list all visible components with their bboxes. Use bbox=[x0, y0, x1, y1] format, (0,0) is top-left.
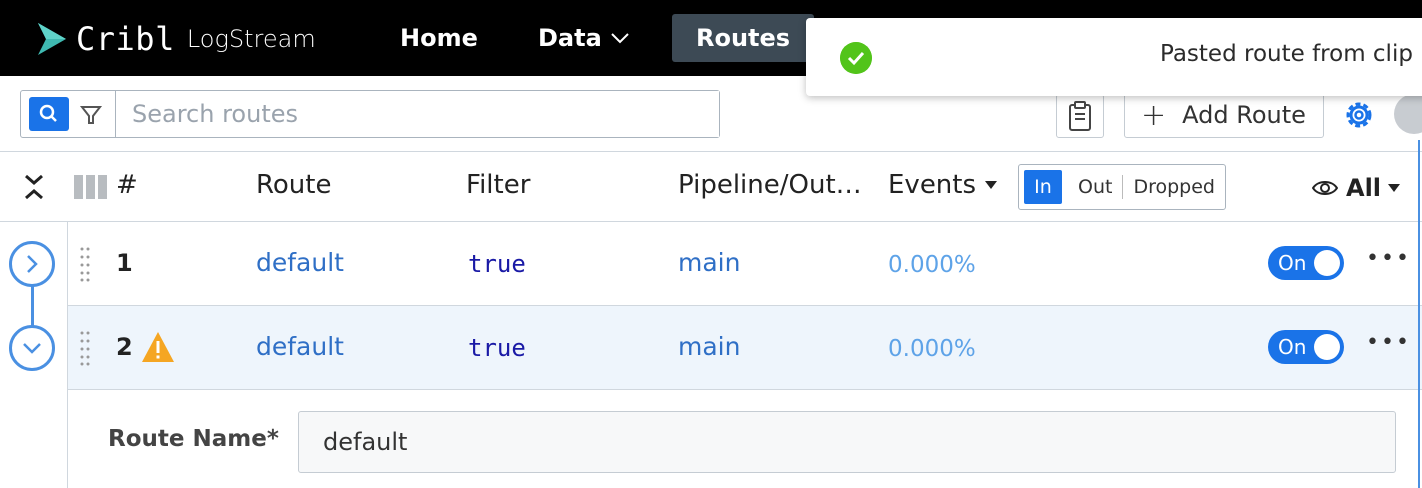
search-input[interactable] bbox=[115, 91, 719, 137]
product-name: LogStream bbox=[186, 25, 316, 53]
route-enabled-toggle[interactable]: On bbox=[1268, 330, 1344, 364]
route-enabled-toggle[interactable]: On bbox=[1268, 246, 1344, 280]
collapse-row-2-button[interactable] bbox=[9, 325, 55, 371]
route-filter: true bbox=[468, 334, 526, 362]
routes-table-header: # Route Filter Pipeline/Out… Events In O… bbox=[0, 152, 1422, 222]
eye-icon bbox=[1312, 181, 1338, 195]
events-segment-control: In Out Dropped bbox=[1018, 164, 1226, 210]
route-name-label: Route Name* bbox=[108, 426, 279, 452]
events-label: Events bbox=[888, 170, 977, 200]
route-name-input[interactable]: default bbox=[298, 411, 1396, 473]
view-filter-label: All bbox=[1346, 174, 1382, 202]
cribl-logo-icon bbox=[38, 23, 66, 55]
pipeline-link[interactable]: main bbox=[678, 248, 740, 277]
segment-out[interactable]: Out bbox=[1062, 175, 1124, 199]
chevron-down-icon bbox=[23, 343, 41, 354]
nav-routes[interactable]: Routes bbox=[672, 14, 815, 62]
route-filter: true bbox=[468, 250, 526, 278]
drag-handle-icon[interactable] bbox=[80, 330, 90, 366]
column-header-filter: Filter bbox=[466, 170, 531, 200]
brand-name: Cribl bbox=[76, 20, 175, 58]
toggle-knob bbox=[1314, 250, 1340, 276]
success-toast: Pasted route from clip bbox=[806, 18, 1422, 96]
toast-message: Pasted route from clip bbox=[1160, 41, 1413, 67]
nav-data[interactable]: Data bbox=[516, 14, 652, 62]
row-number: 1 bbox=[116, 249, 133, 277]
search-icon bbox=[39, 104, 57, 122]
events-percent: 0.000% bbox=[888, 336, 976, 362]
warning-triangle-icon bbox=[142, 332, 174, 362]
route-flow-rail bbox=[0, 222, 68, 488]
paste-route-button[interactable] bbox=[1056, 94, 1104, 138]
nav-home[interactable]: Home bbox=[378, 14, 500, 62]
column-header-route: Route bbox=[256, 170, 332, 200]
expand-row-1-button[interactable] bbox=[9, 241, 55, 287]
drag-handle-icon[interactable] bbox=[80, 246, 90, 282]
route-name-link[interactable]: default bbox=[256, 332, 344, 361]
column-header-pipeline: Pipeline/Out… bbox=[678, 170, 862, 200]
columns-icon[interactable] bbox=[74, 175, 108, 199]
check-circle-icon bbox=[840, 42, 872, 74]
segment-dropped[interactable]: Dropped bbox=[1123, 176, 1215, 198]
table-row[interactable]: 1 default true main 0.000% On ••• bbox=[68, 222, 1422, 306]
chevron-right-icon bbox=[27, 255, 38, 273]
events-percent: 0.000% bbox=[888, 252, 976, 278]
route-name-link[interactable]: default bbox=[256, 248, 344, 277]
segment-in[interactable]: In bbox=[1024, 170, 1062, 204]
funnel-icon[interactable] bbox=[77, 101, 105, 129]
toggle-label: On bbox=[1278, 335, 1307, 359]
column-header-events[interactable]: Events bbox=[888, 170, 998, 200]
pipeline-link[interactable]: main bbox=[678, 332, 740, 361]
nav-data-label: Data bbox=[538, 24, 602, 52]
collapse-all-icon[interactable] bbox=[20, 170, 48, 204]
more-options-icon[interactable]: ••• bbox=[1366, 330, 1409, 360]
toggle-label: On bbox=[1278, 251, 1307, 275]
caret-down-icon bbox=[1388, 184, 1401, 192]
more-options-icon[interactable]: ••• bbox=[1366, 246, 1409, 276]
scroll-indicator bbox=[1418, 140, 1420, 488]
clipboard-icon bbox=[1069, 101, 1091, 131]
toggle-knob bbox=[1314, 334, 1340, 360]
table-row[interactable]: 2 default true main 0.000% On ••• bbox=[68, 306, 1422, 390]
add-route-label: Add Route bbox=[1182, 101, 1306, 129]
add-route-button[interactable]: + Add Route bbox=[1124, 92, 1324, 138]
plus-icon: + bbox=[1141, 97, 1167, 133]
app-logo[interactable]: Cribl LogStream bbox=[36, 20, 316, 58]
search-button[interactable] bbox=[29, 97, 69, 131]
caret-down-icon bbox=[985, 181, 998, 189]
row-number: 2 bbox=[116, 333, 133, 361]
route-detail-panel: Route Name* default bbox=[68, 390, 1422, 488]
view-filter-dropdown[interactable]: All bbox=[1312, 174, 1401, 202]
gear-icon[interactable] bbox=[1340, 96, 1378, 134]
chevron-down-icon bbox=[611, 33, 629, 44]
column-header-num: # bbox=[116, 170, 138, 200]
search-box bbox=[20, 90, 720, 138]
